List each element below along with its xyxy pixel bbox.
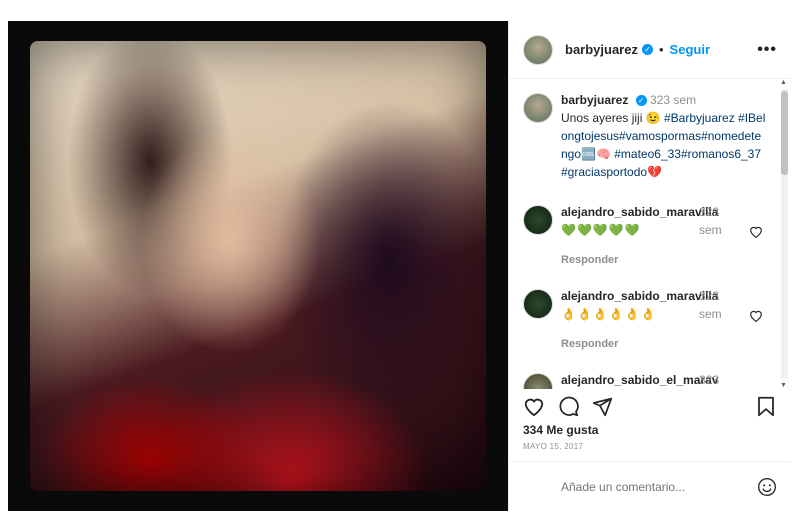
caption-time: 323 sem <box>650 93 697 107</box>
comments-list[interactable]: barbyjuarez ✓ 323 sem Unos ayeres jiji 😉… <box>509 79 791 389</box>
username[interactable]: barbyjuarez <box>565 42 638 57</box>
verified-badge-icon: ✓ <box>635 95 647 107</box>
avatar[interactable] <box>523 373 553 389</box>
post-photo[interactable] <box>30 41 486 491</box>
likes-count[interactable]: 334 Me gusta <box>523 423 598 437</box>
more-options-icon[interactable]: ••• <box>757 41 777 59</box>
comment-item: alejandro_sabido_el_marav 323 <box>509 371 791 389</box>
avatar[interactable] <box>523 93 553 123</box>
comment-time: 323 sem <box>699 289 722 321</box>
comment-time: 323 sem <box>699 205 722 237</box>
comment-item: alejandro_sabido_maravilla 💚💚💚💚💚 Respond… <box>509 203 791 269</box>
comment-time: 323 <box>699 373 720 387</box>
post-date: MAYO 15, 2017 <box>523 442 584 451</box>
avatar[interactable] <box>523 289 553 319</box>
like-comment-heart-icon[interactable] <box>749 309 763 325</box>
like-comment-heart-icon[interactable] <box>749 225 763 241</box>
separator-dot: • <box>658 42 664 57</box>
side-pane: barbyjuarez ✓ • Seguir ••• barbyjuarez ✓… <box>508 21 791 511</box>
action-bar <box>509 391 791 421</box>
bookmark-icon[interactable] <box>755 395 777 417</box>
caption-body: barbyjuarez ✓ 323 sem Unos ayeres jiji 😉… <box>561 91 767 181</box>
scrollbar-thumb[interactable] <box>781 91 788 175</box>
caption-text: Unos ayeres jiji 😉 <box>561 111 661 125</box>
comment-input[interactable] <box>559 478 733 495</box>
post-header: barbyjuarez ✓ • Seguir ••• <box>509 21 791 79</box>
reply-button[interactable]: Responder <box>561 335 726 353</box>
caption-hashtags-1[interactable]: #Barbyjuarez <box>664 111 735 125</box>
caption: barbyjuarez ✓ 323 sem Unos ayeres jiji 😉… <box>509 79 791 181</box>
avatar[interactable] <box>523 205 553 235</box>
caption-username[interactable]: barbyjuarez <box>561 93 628 107</box>
avatar[interactable] <box>523 34 553 65</box>
scroll-up-icon[interactable]: ▲ <box>780 79 787 86</box>
share-icon[interactable] <box>591 395 613 417</box>
heart-icon[interactable] <box>523 395 545 417</box>
smile-icon[interactable] <box>757 477 777 497</box>
verified-badge-icon: ✓ <box>641 44 653 55</box>
comment-item: alejandro_sabido_maravilla 👌👌👌👌👌👌 Respon… <box>509 287 791 353</box>
photo-pane <box>8 21 508 511</box>
comment-icon[interactable] <box>557 395 579 417</box>
post-modal: barbyjuarez ✓ • Seguir ••• barbyjuarez ✓… <box>8 21 791 511</box>
follow-button[interactable]: Seguir <box>670 42 710 57</box>
add-comment-bar <box>509 461 791 511</box>
reply-button[interactable]: Responder <box>561 251 726 269</box>
scroll-down-icon[interactable]: ▼ <box>780 382 787 389</box>
comments-scrollbar[interactable]: ▲ ▼ <box>779 79 789 389</box>
